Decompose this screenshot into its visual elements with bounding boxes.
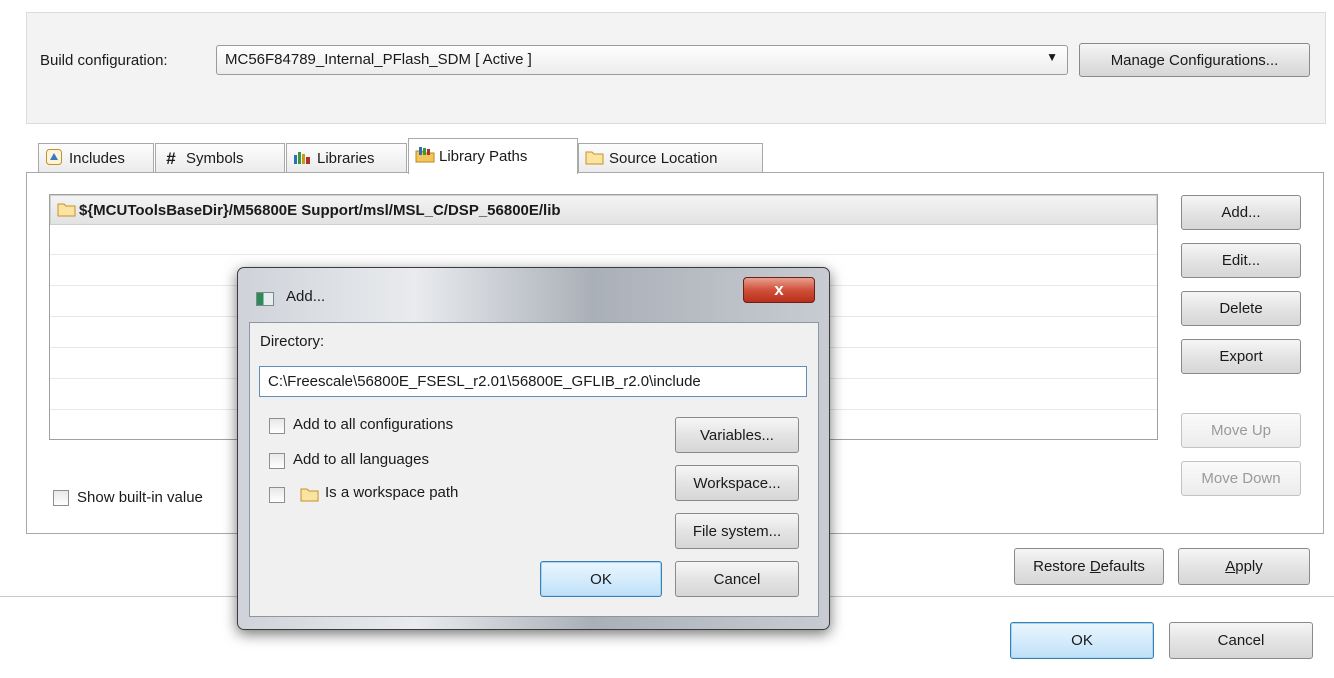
apply-button[interactable]: Apply xyxy=(1178,548,1310,585)
show-builtin-checkbox[interactable] xyxy=(53,490,69,506)
manage-configurations-button[interactable]: Manage Configurations... xyxy=(1079,43,1310,77)
build-config-combo[interactable]: MC56F84789_Internal_PFlash_SDM [ Active … xyxy=(216,45,1068,75)
show-builtin-label: Show built-in value xyxy=(77,489,203,506)
library-paths-icon xyxy=(415,146,435,168)
move-up-button[interactable]: Move Up xyxy=(1181,413,1301,448)
add-to-all-configurations-label: Add to all configurations xyxy=(293,416,454,433)
libraries-icon xyxy=(293,149,311,169)
chevron-down-icon: ▼ xyxy=(1046,50,1058,64)
tab-symbols-label: Symbols xyxy=(186,150,244,167)
restore-defaults-label: Restore Defaults xyxy=(1033,558,1145,575)
build-config-value: MC56F84789_Internal_PFlash_SDM [ Active … xyxy=(225,51,532,68)
cancel-button-label: Cancel xyxy=(1217,632,1265,649)
tab-source-location-label: Source Location xyxy=(609,150,718,167)
edit-button[interactable]: Edit... xyxy=(1181,243,1301,278)
move-down-button-label: Move Down xyxy=(1201,470,1281,487)
variables-button-label: Variables... xyxy=(700,426,774,444)
restore-defaults-button[interactable]: Restore Defaults xyxy=(1014,548,1164,585)
add-button[interactable]: Add... xyxy=(1181,195,1301,230)
move-down-button[interactable]: Move Down xyxy=(1181,461,1301,496)
directory-label: Directory: xyxy=(260,333,325,350)
file-system-button-label: File system... xyxy=(692,522,782,540)
export-button-label: Export xyxy=(1219,348,1263,365)
delete-button[interactable]: Delete xyxy=(1181,291,1301,326)
library-path-text: ${MCUToolsBaseDir}/M56800E Support/msl/M… xyxy=(79,202,561,219)
add-to-all-configurations-checkbox[interactable] xyxy=(269,418,285,434)
move-up-button-label: Move Up xyxy=(1210,422,1272,439)
dialog-cancel-label: Cancel xyxy=(713,570,761,588)
dialog-ok-button[interactable]: OK xyxy=(540,561,662,597)
includes-icon xyxy=(45,148,63,170)
cancel-button[interactable]: Cancel xyxy=(1169,622,1313,659)
list-item xyxy=(50,225,1157,255)
tab-includes-label: Includes xyxy=(69,150,125,167)
add-to-all-languages-checkbox[interactable] xyxy=(269,453,285,469)
close-icon[interactable]: x xyxy=(743,277,815,303)
tab-symbols[interactable]: # Symbols xyxy=(155,143,285,173)
is-workspace-path-label: Is a workspace path xyxy=(325,484,459,501)
list-item[interactable]: ${MCUToolsBaseDir}/M56800E Support/msl/M… xyxy=(50,195,1157,225)
add-button-label: Add... xyxy=(1221,204,1261,221)
ok-button[interactable]: OK xyxy=(1010,622,1154,659)
hash-icon: # xyxy=(166,148,176,168)
edit-button-label: Edit... xyxy=(1221,252,1261,269)
workspace-button[interactable]: Workspace... xyxy=(675,465,799,501)
dialog-title: Add... xyxy=(286,288,326,305)
tab-library-paths[interactable]: Library Paths xyxy=(408,138,578,174)
folder-icon xyxy=(300,486,320,506)
add-to-all-languages-label: Add to all languages xyxy=(293,451,429,468)
window-icon xyxy=(256,292,274,306)
tab-libraries[interactable]: Libraries xyxy=(286,143,407,173)
is-workspace-path-checkbox[interactable] xyxy=(269,487,285,503)
folder-icon xyxy=(57,201,77,221)
file-system-button[interactable]: File system... xyxy=(675,513,799,549)
dialog-ok-label: OK xyxy=(590,570,612,588)
ok-button-label: OK xyxy=(1071,632,1093,649)
build-config-label: Build configuration: xyxy=(40,52,168,69)
tab-libraries-label: Libraries xyxy=(317,150,375,167)
variables-button[interactable]: Variables... xyxy=(675,417,799,453)
dialog-cancel-button[interactable]: Cancel xyxy=(675,561,799,597)
apply-label: Apply xyxy=(1225,558,1263,575)
tab-includes[interactable]: Includes xyxy=(38,143,154,173)
directory-input[interactable] xyxy=(259,366,807,397)
workspace-button-label: Workspace... xyxy=(693,474,781,492)
manage-configurations-label: Manage Configurations... xyxy=(1110,51,1279,69)
tab-source-location[interactable]: Source Location xyxy=(578,143,763,173)
folder-icon xyxy=(585,149,604,169)
export-button[interactable]: Export xyxy=(1181,339,1301,374)
delete-button-label: Delete xyxy=(1219,300,1263,317)
tab-library-paths-label: Library Paths xyxy=(439,148,528,165)
